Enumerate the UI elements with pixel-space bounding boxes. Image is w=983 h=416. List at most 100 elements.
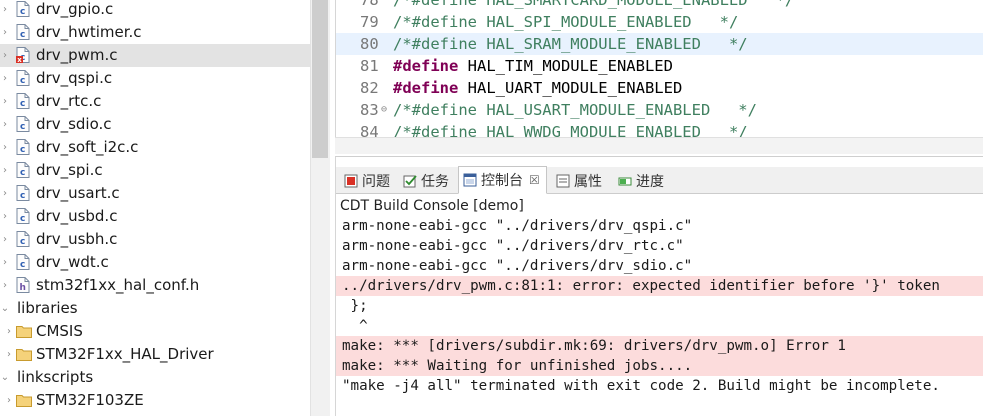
chevron-right-icon[interactable]: › bbox=[4, 389, 14, 412]
chevron-down-icon[interactable]: ⌄ bbox=[0, 297, 10, 320]
line-number: 81 bbox=[360, 57, 379, 75]
explorer-item-label: linkscripts bbox=[17, 368, 94, 386]
tab-console[interactable]: 控制台 ☒ bbox=[458, 166, 547, 194]
svg-text:c: c bbox=[20, 30, 25, 40]
explorer-item[interactable]: ⌄ libraries bbox=[0, 297, 310, 320]
svg-text:c: c bbox=[20, 145, 25, 155]
chevron-right-icon[interactable]: › bbox=[0, 274, 10, 297]
code-line[interactable]: 82 #define HAL_UART_MODULE_ENABLED bbox=[336, 77, 983, 99]
svg-text:c: c bbox=[20, 122, 25, 132]
code-line[interactable]: 84 /*#define HAL_WWDG_MODULE_ENABLED */ bbox=[336, 121, 983, 137]
tab-label: 属性 bbox=[574, 173, 602, 190]
explorer-scrollbar-thumb[interactable] bbox=[312, 0, 328, 158]
explorer-item[interactable]: › STM32F1xx_HAL_Driver bbox=[0, 343, 310, 366]
code-line[interactable]: 81 #define HAL_TIM_MODULE_ENABLED bbox=[336, 55, 983, 77]
explorer-item-label: STM32F1xx_HAL_Driver bbox=[36, 345, 214, 363]
chevron-right-icon[interactable]: › bbox=[0, 159, 10, 182]
tab-label: 问题 bbox=[362, 173, 390, 190]
c-file-icon: c bbox=[16, 139, 30, 155]
chevron-right-icon[interactable]: › bbox=[0, 205, 10, 228]
chevron-right-icon[interactable]: › bbox=[0, 67, 10, 90]
explorer-item-label: drv_spi.c bbox=[36, 161, 103, 179]
tab-label: 任务 bbox=[421, 173, 449, 190]
explorer-item[interactable]: › cx drv_pwm.c bbox=[0, 44, 310, 67]
explorer-item[interactable]: › CMSIS bbox=[0, 320, 310, 343]
project-explorer: ›cdrv_gpio.c›cdrv_hwtimer.c›cxdrv_pwm.c›… bbox=[0, 0, 310, 416]
explorer-item-label: drv_gpio.c bbox=[36, 0, 114, 18]
tasks-icon bbox=[403, 174, 417, 188]
close-icon[interactable]: ☒ bbox=[529, 173, 540, 187]
code-text: /*#define HAL_SMARTCARD_MODULE_ENABLED *… bbox=[393, 0, 795, 9]
explorer-item[interactable]: › c drv_usbd.c bbox=[0, 205, 310, 228]
folder-icon bbox=[16, 323, 32, 339]
chevron-right-icon[interactable]: › bbox=[4, 343, 14, 366]
explorer-item[interactable]: › STM32F103ZE bbox=[0, 389, 310, 412]
code-line[interactable]: 78 /*#define HAL_SMARTCARD_MODULE_ENABLED… bbox=[336, 0, 983, 11]
chevron-right-icon[interactable]: › bbox=[0, 136, 10, 159]
chevron-right-icon[interactable]: › bbox=[0, 21, 10, 44]
chevron-down-icon[interactable]: ⌄ bbox=[0, 366, 10, 389]
svg-text:x: x bbox=[17, 56, 22, 63]
fold-toggle-icon[interactable]: ⊖ bbox=[381, 99, 387, 121]
progress-icon bbox=[618, 174, 632, 188]
console-panel: 问题 任务 控制台 ☒ 属性 进度 CDT Build Console [demo] ar… bbox=[335, 156, 983, 416]
explorer-item-label: drv_usbd.c bbox=[36, 207, 118, 225]
chevron-right-icon[interactable]: › bbox=[0, 90, 10, 113]
tab-problems[interactable]: 问题 bbox=[340, 167, 394, 194]
tab-tasks[interactable]: 任务 bbox=[399, 167, 453, 194]
c-file-icon: c bbox=[16, 93, 30, 109]
panel-tab-bar: 问题 任务 控制台 ☒ 属性 进度 bbox=[336, 166, 983, 194]
explorer-item-label: drv_rtc.c bbox=[36, 92, 102, 110]
code-line[interactable]: 79 /*#define HAL_SPI_MODULE_ENABLED */ bbox=[336, 11, 983, 33]
explorer-item[interactable]: › h stm32f1xx_hal_conf.h bbox=[0, 274, 310, 297]
code-line[interactable]: 83 ⊖/*#define HAL_USART_MODULE_ENABLED */ bbox=[336, 99, 983, 121]
explorer-item[interactable]: › c drv_qspi.c bbox=[0, 67, 310, 90]
header-file-icon: h bbox=[16, 277, 30, 293]
code-text: #define HAL_UART_MODULE_ENABLED bbox=[393, 77, 682, 99]
chevron-right-icon[interactable]: › bbox=[0, 228, 10, 251]
explorer-item[interactable]: › c drv_hwtimer.c bbox=[0, 21, 310, 44]
svg-text:c: c bbox=[20, 99, 25, 109]
identifier: HAL_TIM_MODULE_ENABLED bbox=[458, 57, 673, 75]
svg-text:c: c bbox=[20, 76, 25, 86]
code-line[interactable]: 80 /*#define HAL_SRAM_MODULE_ENABLED */ bbox=[336, 33, 983, 55]
chevron-right-icon[interactable]: › bbox=[0, 0, 10, 21]
console-line: arm-none-eabi-gcc "../drivers/drv_rtc.c" bbox=[342, 238, 684, 254]
explorer-item[interactable]: › c drv_spi.c bbox=[0, 159, 310, 182]
console-line: arm-none-eabi-gcc "../drivers/drv_qspi.c… bbox=[342, 218, 693, 234]
chevron-right-icon[interactable]: › bbox=[0, 113, 10, 136]
explorer-item-label: drv_wdt.c bbox=[36, 253, 109, 271]
explorer-item[interactable]: › c drv_wdt.c bbox=[0, 251, 310, 274]
properties-icon bbox=[556, 174, 570, 188]
explorer-item-label: drv_pwm.c bbox=[36, 46, 118, 64]
code-text: /*#define HAL_SRAM_MODULE_ENABLED */ bbox=[393, 35, 748, 53]
svg-text:c: c bbox=[20, 7, 25, 17]
editor-horizontal-scrollbar[interactable] bbox=[335, 137, 983, 154]
explorer-item[interactable]: › c drv_sdio.c bbox=[0, 113, 310, 136]
tab-properties[interactable]: 属性 bbox=[552, 167, 606, 194]
svg-text:c: c bbox=[20, 214, 25, 224]
line-number: 82 bbox=[360, 79, 379, 97]
c-file-icon: c bbox=[16, 70, 30, 86]
chevron-right-icon[interactable]: › bbox=[0, 44, 10, 67]
explorer-item[interactable]: › c drv_usbh.c bbox=[0, 228, 310, 251]
svg-text:c: c bbox=[20, 260, 25, 270]
explorer-item[interactable]: › c drv_gpio.c bbox=[0, 0, 310, 21]
explorer-item[interactable]: › c drv_rtc.c bbox=[0, 90, 310, 113]
explorer-item[interactable]: ⌄ linkscripts bbox=[0, 366, 310, 389]
svg-text:c: c bbox=[20, 237, 25, 247]
code-editor[interactable]: 78 /*#define HAL_SMARTCARD_MODULE_ENABLED… bbox=[335, 0, 983, 137]
explorer-item-label: drv_sdio.c bbox=[36, 115, 112, 133]
svg-text:h: h bbox=[20, 283, 26, 293]
line-number: 80 bbox=[360, 35, 379, 53]
chevron-right-icon[interactable]: › bbox=[0, 182, 10, 205]
chevron-right-icon[interactable]: › bbox=[0, 251, 10, 274]
tab-progress[interactable]: 进度 bbox=[614, 167, 668, 194]
c-file-icon: c bbox=[16, 1, 30, 17]
chevron-right-icon[interactable]: › bbox=[4, 320, 14, 343]
folder-icon bbox=[16, 392, 32, 408]
explorer-item-label: drv_usbh.c bbox=[36, 230, 118, 248]
explorer-item[interactable]: › c drv_usart.c bbox=[0, 182, 310, 205]
folder-icon bbox=[16, 346, 32, 362]
explorer-item[interactable]: › c drv_soft_i2c.c bbox=[0, 136, 310, 159]
